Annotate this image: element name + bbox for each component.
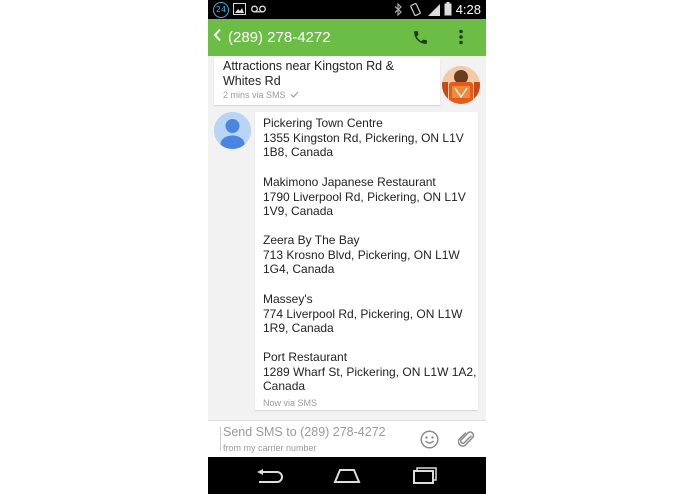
attachment-icon[interactable] [458, 430, 475, 450]
back-icon[interactable] [213, 28, 222, 42]
clock: 4:28 [455, 2, 481, 17]
place-address: 713 Krosno Blvd, Pickering, ON L1W 1G4, … [263, 247, 460, 277]
message-timestamp: Now via SMS [263, 398, 318, 408]
place-name: Massey's [263, 292, 313, 306]
back-nav-icon[interactable] [255, 469, 283, 485]
list-item: Massey's 774 Liverpool Rd, Pickering, ON… [263, 292, 478, 336]
place-address: 774 Liverpool Rd, Pickering, ON L1W 1R9,… [263, 306, 463, 336]
vibrate-icon [410, 3, 421, 16]
incoming-message-bubble[interactable]: Pickering Town Centre 1355 Kingston Rd, … [255, 112, 478, 410]
outgoing-message-bubble[interactable]: Attractions near Kingston Rd & Whites Rd… [214, 57, 440, 105]
emoji-icon[interactable] [420, 430, 439, 449]
message-timestamp: 2 mins via SMS [223, 90, 286, 100]
conversation-title[interactable]: (289) 278-4272 [228, 29, 331, 46]
message-meta: 2 mins via SMS [223, 90, 299, 100]
phone-screen: 24 4:28 (289) 278-4272 Attractions near … [208, 0, 486, 494]
my-avatar[interactable] [442, 66, 480, 104]
compose-divider [220, 427, 221, 451]
contact-avatar[interactable] [214, 112, 251, 149]
place-address: 1790 Liverpool Rd, Pickering, ON L1V 1V9… [263, 189, 466, 219]
recents-nav-icon[interactable] [412, 467, 438, 484]
place-name: Makimono Japanese Restaurant [263, 175, 436, 189]
message-input[interactable] [223, 425, 403, 439]
phone-icon[interactable] [412, 29, 429, 46]
list-item: Pickering Town Centre 1355 Kingston Rd, … [263, 116, 478, 160]
place-address: 1289 Wharf St, Pickering, ON L1W 1A2, Ca… [263, 364, 477, 394]
place-address: 1355 Kingston Rd, Pickering, ON L1V 1B8,… [263, 130, 464, 160]
action-bar: (289) 278-4272 [208, 19, 486, 56]
overflow-menu-icon[interactable] [458, 29, 464, 45]
home-nav-icon[interactable] [332, 467, 362, 485]
place-name: Pickering Town Centre [263, 116, 383, 130]
message-text: Attractions near Kingston Rd & Whites Rd [223, 59, 394, 88]
profile-photo-icon [442, 66, 480, 104]
sent-check-icon [290, 91, 299, 98]
place-name: Zeera By The Bay [263, 233, 360, 247]
compose-bar: from my carrier number [208, 420, 486, 458]
voicemail-icon [251, 5, 266, 13]
list-item: Zeera By The Bay 713 Krosno Blvd, Picker… [263, 233, 478, 277]
notification-count-badge: 24 [213, 2, 229, 18]
bluetooth-icon [394, 3, 402, 16]
navigation-bar [208, 457, 486, 494]
list-item: Makimono Japanese Restaurant 1790 Liverp… [263, 175, 478, 219]
list-item: Port Restaurant 1289 Wharf St, Pickering… [263, 350, 478, 394]
status-bar: 24 4:28 [208, 0, 486, 19]
compose-subtext: from my carrier number [223, 443, 317, 453]
image-icon [233, 3, 246, 15]
person-icon [214, 112, 251, 149]
battery-icon [444, 2, 452, 16]
place-name: Port Restaurant [263, 350, 348, 364]
signal-icon [428, 4, 440, 16]
